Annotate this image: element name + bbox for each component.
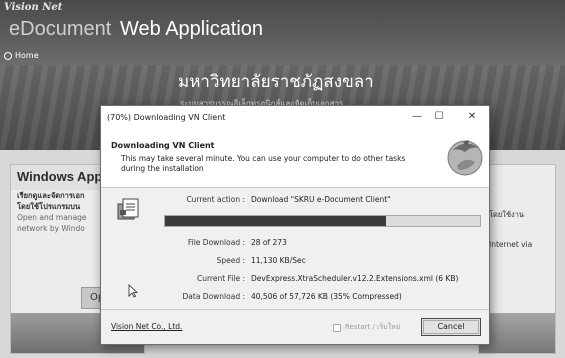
mouse-cursor-icon <box>128 284 138 298</box>
dialog-header: Downloading VN Client This may take seve… <box>101 130 489 188</box>
speed-value: 11,130 KB/Sec <box>251 256 306 265</box>
file-download-label: File Download : <box>187 238 245 247</box>
minimize-button[interactable]: — <box>408 109 426 125</box>
restart-label: Restart / เริ่มใหม่ <box>345 323 401 331</box>
header-description: This may take several minute. You can us… <box>121 154 406 163</box>
restart-checkbox[interactable] <box>333 323 341 332</box>
data-download-value: 40,506 of 57,726 KB (35% Compressed) <box>251 292 402 301</box>
download-progress-fill <box>165 216 386 226</box>
cancel-button[interactable]: Cancel <box>421 318 481 336</box>
brand-prefix: eDocument <box>9 18 112 40</box>
brand-logo-text: Vision Net <box>4 2 63 13</box>
card-photo <box>479 313 555 353</box>
restart-option[interactable]: Restart / เริ่มใหม่ <box>333 322 400 333</box>
download-dialog: (70%) Downloading VN Client — ☐ ✕ Downlo… <box>100 105 490 345</box>
current-action-value: Download "SKRU e-Document Client" <box>251 195 391 204</box>
file-download-value: 28 of 273 <box>251 238 287 247</box>
current-file-label: Current File : <box>196 274 245 283</box>
dialog-titlebar[interactable]: (70%) Downloading VN Client — ☐ ✕ <box>101 106 489 130</box>
current-file-value: DevExpress.XtraScheduler.v12.2.Extension… <box>251 274 459 283</box>
speed-label: Speed : <box>216 256 245 265</box>
company-link[interactable]: Vision Net Co., Ltd. <box>111 322 182 331</box>
header-title: Downloading VN Client <box>111 141 215 150</box>
installer-logo-icon <box>447 140 483 176</box>
nav-home-link[interactable]: Home <box>4 51 39 60</box>
footer-divider <box>101 309 489 310</box>
page-header: Vision Net eDocument Web Application Hom… <box>0 0 565 65</box>
current-action-label: Current action : <box>186 195 245 204</box>
header-description: during the installation <box>121 164 204 173</box>
university-name: มหาวิทยาลัยราชภัฏสงขลา <box>178 72 374 92</box>
home-icon <box>4 51 12 60</box>
maximize-button[interactable]: ☐ <box>430 109 448 125</box>
dialog-title: (70%) Downloading VN Client <box>107 113 226 122</box>
card-text-line: โดยใช้งาน <box>489 210 525 219</box>
app-title: Web Application <box>120 18 264 40</box>
close-button[interactable]: ✕ <box>463 109 481 125</box>
nav-home-label: Home <box>15 51 39 60</box>
download-progress-bar <box>164 215 481 227</box>
card-text-line: Internet via <box>489 240 533 249</box>
